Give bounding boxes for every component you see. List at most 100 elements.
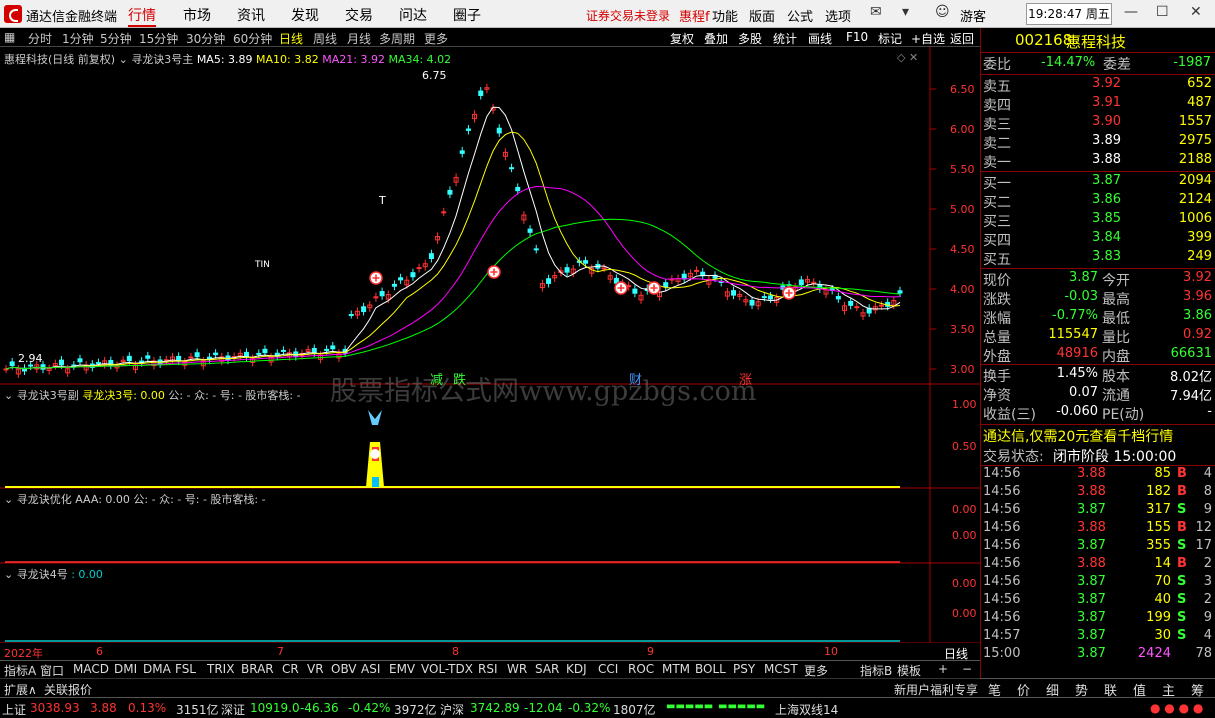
indicator-tab-13[interactable]: VOL-TDX <box>421 662 473 676</box>
period-1min[interactable]: 1分钟 <box>62 30 94 47</box>
indicator-arrow-icon[interactable]: ⌄ <box>119 53 132 66</box>
indicator-tab-4[interactable]: DMA <box>143 662 171 676</box>
sh-label[interactable]: 上证 <box>2 701 26 718</box>
btn-tongji[interactable]: 统计 <box>773 30 797 47</box>
asks-row[interactable]: 卖三 3.90 1557 <box>981 114 1215 133</box>
asks-row[interactable]: 卖五 3.92 652 <box>981 76 1215 95</box>
mail-icon[interactable]: ✉ <box>870 4 882 20</box>
indicator-tab-8[interactable]: CR <box>282 662 299 676</box>
bids-row[interactable]: 买五 3.83 249 <box>981 249 1215 268</box>
indicator-tab-3[interactable]: DMI <box>114 662 137 676</box>
indicator-tab-20[interactable]: MTM <box>662 662 690 676</box>
btn-zixuan[interactable]: +自选 <box>911 30 945 47</box>
promo-text[interactable]: 通达信,仅需20元查看千档行情 <box>983 426 1173 446</box>
stock-shortname[interactable]: 惠程f <box>679 6 710 25</box>
indicator-tab-18[interactable]: CCI <box>598 662 618 676</box>
indicator-tab-1[interactable]: 窗口 <box>40 662 64 679</box>
sub1-title[interactable]: 寻龙诀3号副 <box>17 389 79 402</box>
menu-banmian[interactable]: 版面 <box>749 6 775 25</box>
indicator-tab-27[interactable]: + <box>938 662 948 676</box>
sub2-arrow-icon[interactable]: ⌄ <box>4 493 17 506</box>
btn-biaoji[interactable]: 标记 <box>878 30 902 47</box>
grid-icon[interactable]: ▦ <box>4 30 15 44</box>
user-icon[interactable]: ☺ <box>935 4 950 20</box>
period-5min[interactable]: 5分钟 <box>100 30 132 47</box>
indicator-tab-22[interactable]: PSY <box>733 662 755 676</box>
ticker-text[interactable]: 上海双线14 <box>775 701 838 718</box>
period-daily[interactable]: 日线 <box>279 30 303 47</box>
sub3-arrow-icon[interactable]: ⌄ <box>4 568 17 581</box>
indicator-tab-19[interactable]: ROC <box>628 662 654 676</box>
sub1-arrow-icon[interactable]: ⌄ <box>4 389 17 402</box>
indicator-tab-11[interactable]: ASI <box>361 662 380 676</box>
chart-canvas[interactable]: 6.50 6.00 5.50 5.00 4.50 4.00 3.50 3.00 <box>0 47 980 643</box>
indicator-tab-5[interactable]: FSL <box>175 662 196 676</box>
period-fenshi[interactable]: 分时 <box>28 30 52 47</box>
menu-gongneng[interactable]: 功能 <box>712 6 738 25</box>
indicator-tab-10[interactable]: OBV <box>331 662 357 676</box>
menu-wenda[interactable]: 问达 <box>399 5 427 25</box>
indicator-tab-24[interactable]: 更多 <box>804 662 828 679</box>
chart-options-icon[interactable]: ◇ ✕ <box>897 51 918 64</box>
chevron-down-icon[interactable]: ▾ <box>902 4 909 20</box>
period-multi[interactable]: 多周期 <box>379 30 415 47</box>
menu-jiaoyi[interactable]: 交易 <box>345 5 373 25</box>
sub3-title[interactable]: 寻龙诀4号 <box>17 568 68 581</box>
indicator-tab-25[interactable]: 指标B <box>860 662 892 679</box>
indicator-tab-14[interactable]: RSI <box>478 662 498 676</box>
btn-huaxian[interactable]: 画线 <box>808 30 832 47</box>
indicator-tab-23[interactable]: MCST <box>764 662 798 676</box>
hs-label[interactable]: 沪深 <box>440 701 464 718</box>
indicator-name[interactable]: 寻龙诀3号主 <box>131 53 193 66</box>
indicator-tab-16[interactable]: SAR <box>535 662 559 676</box>
chart-area[interactable]: 6.50 6.00 5.50 5.00 4.50 4.00 3.50 3.00 惠程科技(日线… <box>0 47 980 643</box>
period-monthly[interactable]: 月线 <box>347 30 371 47</box>
bids-row[interactable]: 买四 3.84 399 <box>981 230 1215 249</box>
indicator-tab-9[interactable]: VR <box>307 662 324 676</box>
related-quote-button[interactable]: 关联报价 <box>44 681 92 698</box>
user-name[interactable]: 游客 <box>960 6 986 25</box>
minimize-icon[interactable]: — <box>1124 4 1138 20</box>
promo-link[interactable]: 新用户福利专享 <box>894 681 978 698</box>
bids-row[interactable]: 买二 3.86 2124 <box>981 192 1215 211</box>
asks-row[interactable]: 卖二 3.89 2975 <box>981 133 1215 152</box>
period-weekly[interactable]: 周线 <box>313 30 337 47</box>
expand-button[interactable]: 扩展∧ <box>4 681 37 698</box>
asks-row[interactable]: 卖四 3.91 487 <box>981 95 1215 114</box>
indicator-tab-6[interactable]: TRIX <box>207 662 234 676</box>
menu-xuanxiang[interactable]: 选项 <box>825 6 851 25</box>
menu-shichang[interactable]: 市场 <box>183 5 211 25</box>
btn-diejia[interactable]: 叠加 <box>704 30 728 47</box>
period-30min[interactable]: 30分钟 <box>186 30 225 47</box>
menu-quanzi[interactable]: 圈子 <box>453 5 481 25</box>
sub2-title[interactable]: 寻龙诀优化 <box>17 493 72 506</box>
menu-hangqing[interactable]: 行情 <box>128 5 156 27</box>
login-notice[interactable]: 证券交易未登录 <box>586 7 670 24</box>
indicator-tab-12[interactable]: EMV <box>389 662 415 676</box>
maximize-icon[interactable]: ☐ <box>1156 4 1169 20</box>
period-15min[interactable]: 15分钟 <box>139 30 178 47</box>
indicator-tab-2[interactable]: MACD <box>73 662 109 676</box>
indicator-tab-28[interactable]: − <box>962 662 972 676</box>
indicator-tab-7[interactable]: BRAR <box>241 662 274 676</box>
btn-fanhui[interactable]: 返回 <box>950 30 974 47</box>
btn-f10[interactable]: F10 <box>846 30 868 44</box>
tray-icons[interactable]: ● ● ● ● <box>1150 701 1203 715</box>
indicator-tab-0[interactable]: 指标A <box>4 662 36 679</box>
bids-row[interactable]: 买一 3.87 2094 <box>981 173 1215 192</box>
sz-label[interactable]: 深证 <box>221 701 245 718</box>
menu-zixun[interactable]: 资讯 <box>237 5 265 25</box>
menu-gongshi[interactable]: 公式 <box>787 6 813 25</box>
bids-row[interactable]: 买三 3.85 1006 <box>981 211 1215 230</box>
indicator-tab-15[interactable]: WR <box>507 662 527 676</box>
btn-duogu[interactable]: 多股 <box>738 30 762 47</box>
indicator-tab-26[interactable]: 模板 <box>897 662 921 679</box>
indicator-tab-21[interactable]: BOLL <box>695 662 726 676</box>
btn-fuquan[interactable]: 复权 <box>670 30 694 47</box>
period-60min[interactable]: 60分钟 <box>233 30 272 47</box>
period-more[interactable]: 更多 <box>424 30 448 47</box>
close-icon[interactable]: ✕ <box>1190 4 1202 20</box>
menu-faxian[interactable]: 发现 <box>291 5 319 25</box>
asks-row[interactable]: 卖一 3.88 2188 <box>981 152 1215 171</box>
indicator-tab-17[interactable]: KDJ <box>566 662 587 676</box>
